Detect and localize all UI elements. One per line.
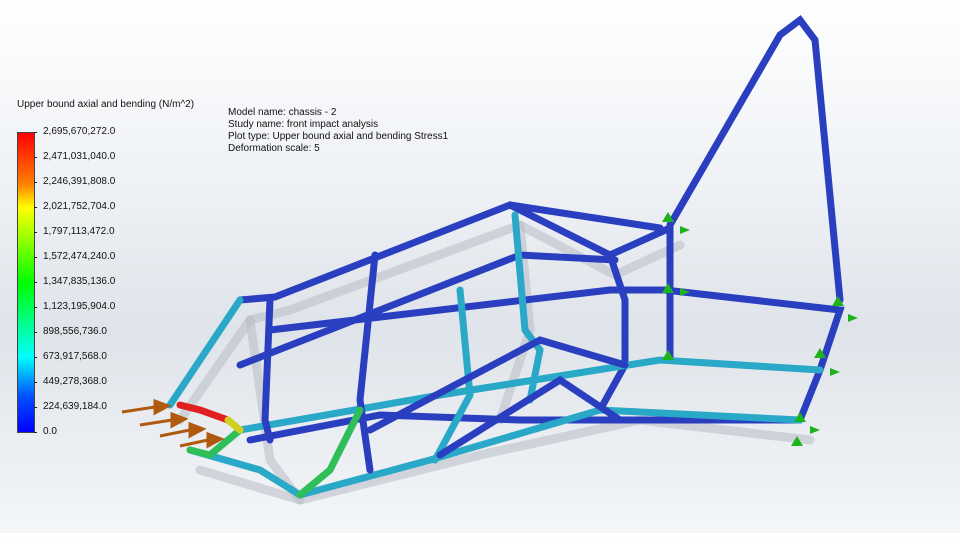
- frame-tubes: [166, 15, 845, 499]
- legend-tick: [34, 407, 37, 408]
- fixture-markers: [662, 212, 858, 446]
- model-name: Model name: chassis - 2: [228, 107, 337, 118]
- plot-info: Model name: chassis - 2 Study name: fron…: [228, 107, 448, 155]
- legend-label: 1,572,474,240.0: [43, 251, 116, 262]
- legend-label: 224,639,184.0: [43, 401, 107, 412]
- study-name: Study name: front impact analysis: [228, 119, 379, 130]
- chassis-model: [121, 15, 858, 505]
- legend-color-bar: [17, 132, 35, 433]
- model-viewport[interactable]: [0, 0, 960, 533]
- legend-title: Upper bound axial and bending (N/m^2): [17, 99, 195, 110]
- legend-tick: [34, 382, 37, 383]
- legend-tick: [34, 182, 37, 183]
- legend-label: 2,471,031,040.0: [43, 151, 116, 162]
- legend-label: 1,347,835,136.0: [43, 276, 116, 287]
- legend-tick: [34, 282, 37, 283]
- legend-label: 1,123,195,904.0: [43, 301, 116, 312]
- legend-tick: [34, 332, 37, 333]
- legend-tick: [34, 307, 37, 308]
- legend-label: 1,797,113,472.0: [43, 226, 115, 237]
- legend-tick: [34, 357, 37, 358]
- legend-tick: [34, 207, 37, 208]
- legend-label: 0.0: [43, 426, 57, 437]
- legend-label: 673,917,568.0: [43, 351, 107, 362]
- legend-tick: [34, 132, 37, 133]
- legend-label: 2,695,670,272.0: [43, 126, 116, 137]
- roll-hoop: [666, 15, 844, 304]
- legend-label: 449,278,368.0: [43, 376, 107, 387]
- deformation-scale: Deformation scale: 5: [228, 143, 320, 154]
- plot-type: Plot type: Upper bound axial and bending…: [228, 131, 449, 142]
- legend-label: 898,556,736.0: [43, 326, 107, 337]
- legend-tick: [34, 432, 37, 433]
- legend-label: 2,021,752,704.0: [43, 201, 116, 212]
- legend-tick: [34, 232, 37, 233]
- legend-tick: [34, 157, 37, 158]
- legend-tick: [34, 257, 37, 258]
- legend-label: 2,246,391,808.0: [43, 176, 116, 187]
